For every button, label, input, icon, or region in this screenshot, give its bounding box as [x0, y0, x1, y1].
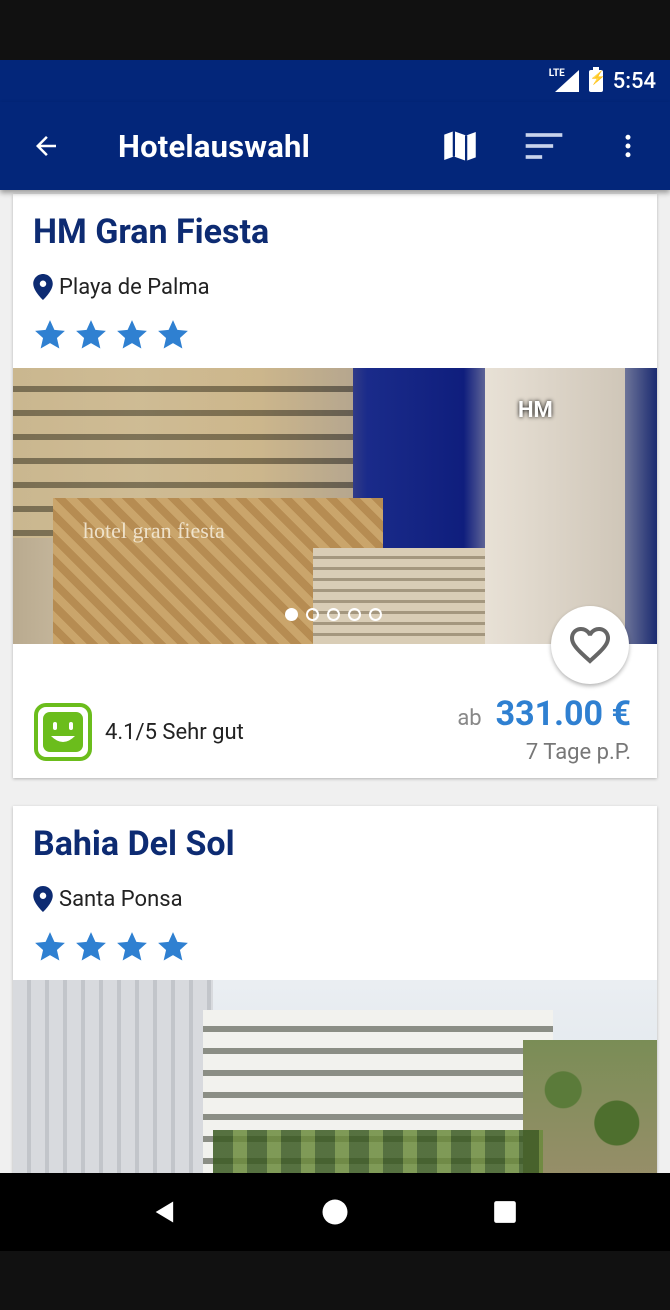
system-nav-bar	[0, 1173, 670, 1251]
square-recents-icon	[494, 1201, 516, 1223]
location-pin-icon	[33, 274, 53, 300]
sort-icon	[525, 133, 563, 159]
guest-rating: 4.1/5 Sehr gut	[33, 702, 244, 762]
carousel-dot[interactable]	[285, 608, 298, 621]
star-icon	[158, 320, 188, 349]
carousel-indicator	[285, 608, 382, 621]
location-pin-icon	[33, 886, 53, 912]
carousel-dot[interactable]	[306, 608, 319, 621]
nav-back-button[interactable]	[135, 1182, 195, 1242]
price-duration: 7 Tage p.P.	[525, 740, 631, 765]
favorite-button[interactable]	[551, 606, 629, 684]
bottom-bezel	[0, 1251, 670, 1310]
hotel-photo-carousel[interactable]: hotel gran fiesta HM	[13, 368, 657, 644]
map-icon	[444, 131, 476, 161]
price-prefix: ab	[457, 706, 482, 731]
location-label: Santa Ponsa	[59, 886, 183, 912]
carousel-dot[interactable]	[348, 608, 361, 621]
status-bar: LTE 5:54	[0, 60, 670, 102]
map-button[interactable]	[418, 102, 502, 190]
star-rating	[33, 930, 190, 964]
star-icon	[76, 932, 106, 961]
hotel-location: Playa de Palma	[33, 274, 210, 300]
status-time: 5:54	[612, 68, 656, 94]
star-icon	[35, 320, 65, 349]
more-button[interactable]	[586, 102, 670, 190]
price-row: ab 331.00 €	[457, 694, 631, 734]
photo-logo: HM	[518, 398, 553, 423]
top-bezel	[0, 0, 670, 60]
price: 331.00 €	[495, 694, 631, 734]
nav-home-button[interactable]	[305, 1182, 365, 1242]
triangle-back-icon	[155, 1201, 174, 1223]
page-title: Hotelauswahl	[118, 127, 311, 165]
location-label: Playa de Palma	[59, 274, 210, 300]
carousel-dot[interactable]	[369, 608, 382, 621]
hotel-name: HM Gran Fiesta	[33, 212, 270, 252]
rating-label: 4.1/5 Sehr gut	[105, 719, 244, 745]
star-icon	[158, 932, 188, 961]
app-bar: Hotelauswahl	[0, 102, 670, 190]
more-vert-icon	[625, 134, 631, 158]
hotel-photo-carousel[interactable]	[13, 980, 657, 1173]
heart-outline-icon	[570, 627, 610, 664]
hotel-card[interactable]: HM Gran Fiesta Playa de Palma hotel gran…	[13, 194, 657, 778]
nav-recents-button[interactable]	[475, 1182, 535, 1242]
star-icon	[76, 320, 106, 349]
star-rating	[33, 318, 190, 352]
smiley-icon	[34, 703, 92, 761]
sort-button[interactable]	[502, 102, 586, 190]
star-icon	[35, 932, 65, 961]
hotel-list[interactable]: HM Gran Fiesta Playa de Palma hotel gran…	[0, 190, 670, 1173]
arrow-back-icon	[36, 136, 56, 156]
hotel-location: Santa Ponsa	[33, 886, 183, 912]
battery-charging-icon	[588, 67, 606, 92]
carousel-dot[interactable]	[327, 608, 340, 621]
photo-caption: hotel gran fiesta	[83, 518, 225, 543]
circle-home-icon	[322, 1199, 348, 1225]
hotel-name: Bahia Del Sol	[33, 824, 235, 864]
back-button[interactable]	[0, 102, 92, 190]
star-icon	[117, 932, 147, 961]
star-icon	[117, 320, 147, 349]
signal-icon: LTE	[549, 68, 579, 94]
hotel-card[interactable]: Bahia Del Sol Santa Ponsa	[13, 806, 657, 1173]
